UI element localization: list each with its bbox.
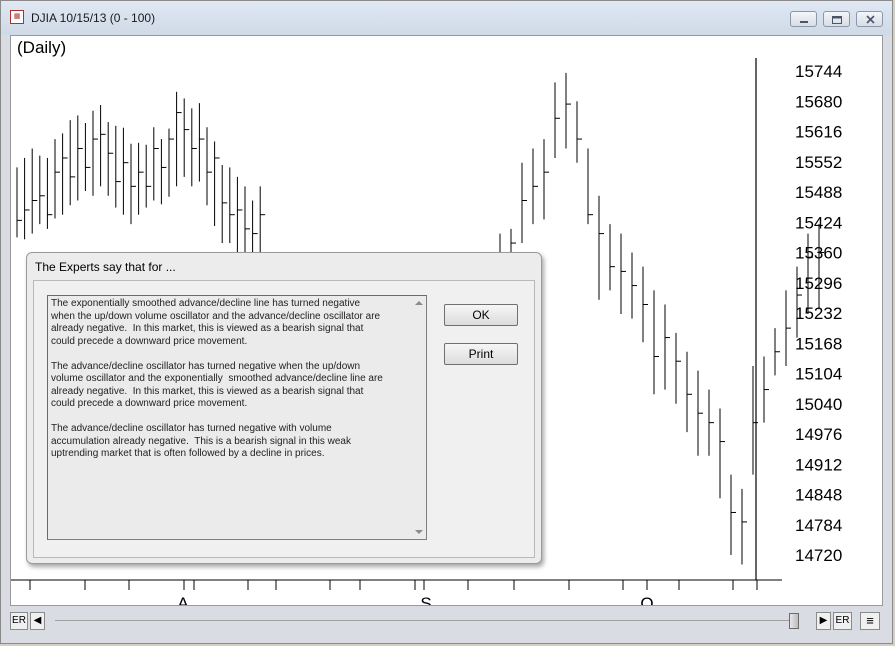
restore-button[interactable] [823, 11, 850, 27]
price-tick-label: 14720 [795, 546, 842, 565]
experts-dialog: The Experts say that for ... The exponen… [26, 252, 542, 564]
menu-icon: ≡ [866, 613, 874, 628]
left-er-button[interactable]: ER [10, 612, 28, 630]
scroll-right-button[interactable]: ▶ [816, 612, 831, 630]
scroll-up-icon[interactable] [415, 301, 423, 305]
price-tick-label: 15488 [795, 183, 842, 202]
scroll-down-icon[interactable] [415, 530, 423, 534]
minimize-icon [800, 21, 808, 23]
scroll-track[interactable] [55, 620, 795, 621]
message-scrollbar[interactable] [412, 296, 426, 539]
menu-button[interactable]: ≡ [860, 612, 880, 630]
dialog-title: The Experts say that for ... [35, 260, 176, 274]
price-tick-label: 15040 [795, 395, 842, 414]
print-button[interactable]: Print [444, 343, 518, 365]
close-icon [866, 15, 875, 24]
close-button[interactable] [856, 11, 883, 27]
price-tick-label: 15680 [795, 92, 842, 111]
price-tick-label: 14912 [795, 455, 842, 474]
right-arrow-icon: ▶ [819, 615, 828, 626]
chart-scrollbar[interactable]: ER ◀ ▶ ER ≡ [10, 610, 883, 632]
price-tick-label: 14976 [795, 425, 842, 444]
period-label: (Daily) [17, 38, 67, 57]
experts-message-box[interactable]: The exponentially smoothed advance/decli… [47, 295, 427, 540]
month-label: S [420, 594, 431, 605]
price-tick-label: 15168 [795, 334, 842, 353]
price-tick-label: 15104 [795, 365, 842, 384]
restore-icon [832, 16, 842, 24]
scroll-left-button[interactable]: ◀ [30, 612, 45, 630]
price-tick-label: 15616 [795, 123, 842, 142]
price-tick-label: 14848 [795, 486, 842, 505]
price-tick-label: 14784 [795, 516, 842, 535]
chart-app-icon[interactable]: ▦ [10, 10, 24, 24]
window-title: DJIA 10/15/13 (0 - 100) [31, 11, 156, 25]
left-arrow-icon: ◀ [33, 615, 42, 626]
price-tick-label: 15744 [795, 62, 842, 81]
month-label: A [177, 594, 189, 605]
scroll-thumb[interactable] [788, 613, 799, 629]
ok-button[interactable]: OK [444, 304, 518, 326]
title-bar[interactable]: ▦ DJIA 10/15/13 (0 - 100) [1, 1, 892, 35]
experts-message-text: The exponentially smoothed advance/decli… [51, 298, 383, 459]
month-label: O [640, 594, 653, 605]
right-er-button[interactable]: ER [833, 612, 852, 630]
price-tick-label: 15552 [795, 153, 842, 172]
minimize-button[interactable] [790, 11, 817, 27]
